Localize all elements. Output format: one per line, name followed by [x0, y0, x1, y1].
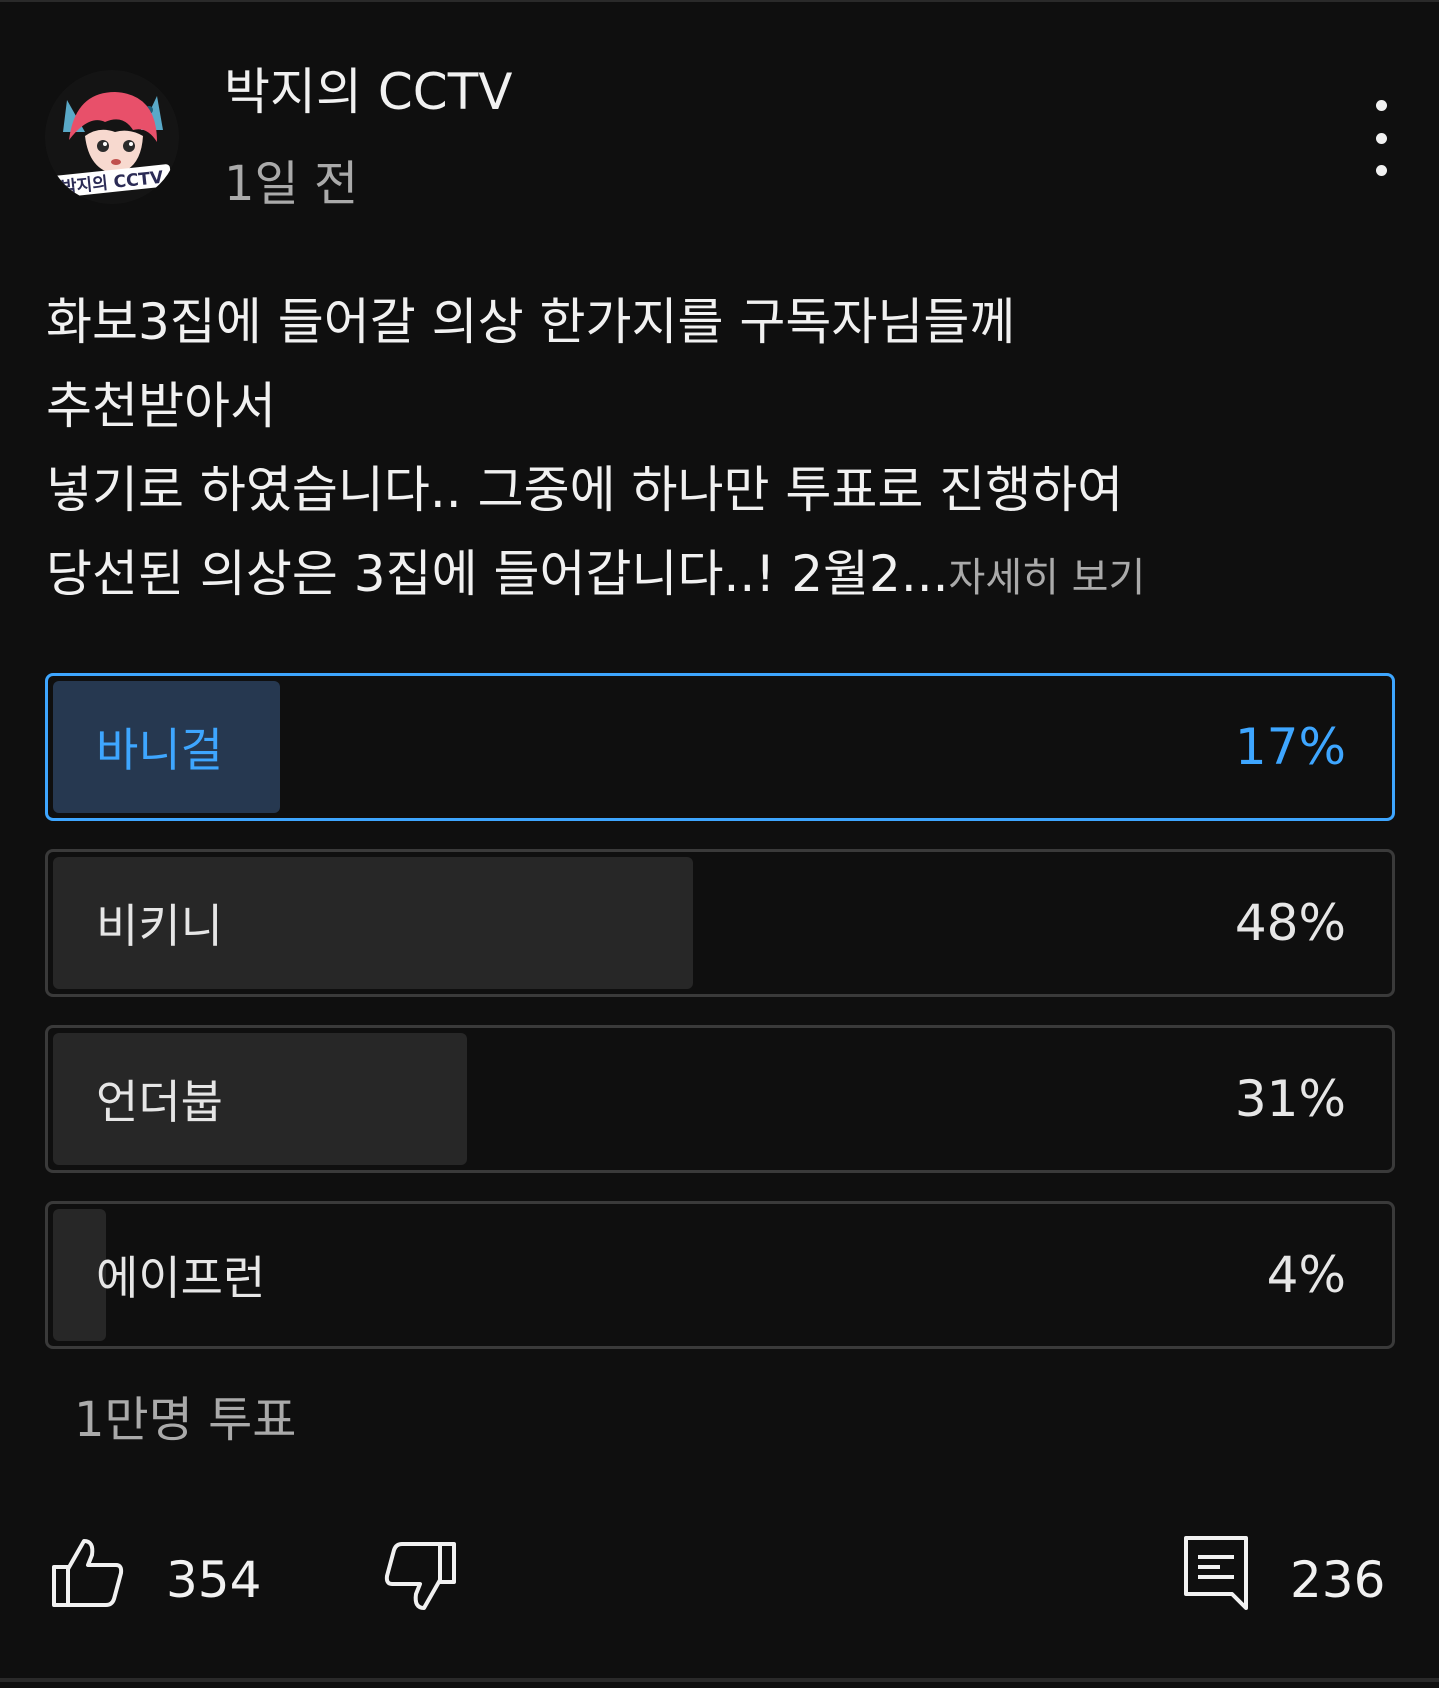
- poll-option-label: 비키니: [96, 899, 223, 953]
- comment-icon[interactable]: [1183, 1535, 1249, 1611]
- post-body-line-text: 당선된 의상은 3집에 들어갑니다..! 2월2...: [46, 545, 949, 603]
- post-body-line: 화보3집에 들어갈 의상 한가지를 구독자님들께: [46, 293, 1016, 351]
- poll-option[interactable]: 언더붑 31%: [45, 1025, 1395, 1173]
- more-options-icon-dot: [1375, 165, 1387, 176]
- poll-vote-count: 1만명 투표: [74, 1392, 297, 1448]
- comment-count: 236: [1290, 1551, 1386, 1609]
- more-options-button[interactable]: [1356, 100, 1406, 176]
- more-options-icon-dot: [1375, 100, 1387, 111]
- poll-option[interactable]: 에이프런 4%: [45, 1201, 1395, 1349]
- channel-avatar[interactable]: 박지의 CCTV: [45, 70, 179, 204]
- poll-option-percent: 31%: [1234, 1070, 1346, 1128]
- read-more-link[interactable]: 자세히 보기: [949, 555, 1146, 601]
- more-options-icon-dot: [1375, 132, 1387, 144]
- thumbs-up-icon[interactable]: [50, 1535, 126, 1609]
- like-count: 354: [166, 1551, 262, 1609]
- post-body-line-last: 당선된 의상은 3집에 들어갑니다..! 2월2...자세히 보기: [46, 532, 1386, 620]
- poll-option[interactable]: 바니걸 17%: [45, 673, 1395, 821]
- poll-option-label: 에이프런: [96, 1251, 266, 1305]
- post-time: 1일 전: [224, 156, 359, 212]
- poll-option[interactable]: 비키니 48%: [45, 849, 1395, 997]
- thumbs-down-icon[interactable]: [382, 1540, 458, 1614]
- post-body-line: 넣기로 하였습니다.. 그중에 하나만 투표로 진행하여: [46, 461, 1124, 519]
- svg-text:박지의 CCTV: 박지의 CCTV: [60, 168, 165, 199]
- poll-option-percent: 48%: [1234, 894, 1346, 952]
- post-body-line: 추천받아서: [46, 377, 276, 435]
- poll-option-label: 바니걸: [96, 723, 223, 777]
- poll-option-label: 언더붑: [96, 1075, 223, 1129]
- channel-name[interactable]: 박지의 CCTV: [224, 62, 512, 122]
- poll-option-percent: 4%: [1266, 1246, 1346, 1304]
- poll-option-percent: 17%: [1234, 718, 1346, 776]
- post-body: 화보3집에 들어갈 의상 한가지를 구독자님들께 추천받아서 넣기로 하였습니다…: [46, 280, 1386, 620]
- avatar-logo-text: 박지의 CCTV: [60, 168, 165, 199]
- top-divider: [0, 0, 1439, 2]
- bottom-divider: [0, 1678, 1439, 1682]
